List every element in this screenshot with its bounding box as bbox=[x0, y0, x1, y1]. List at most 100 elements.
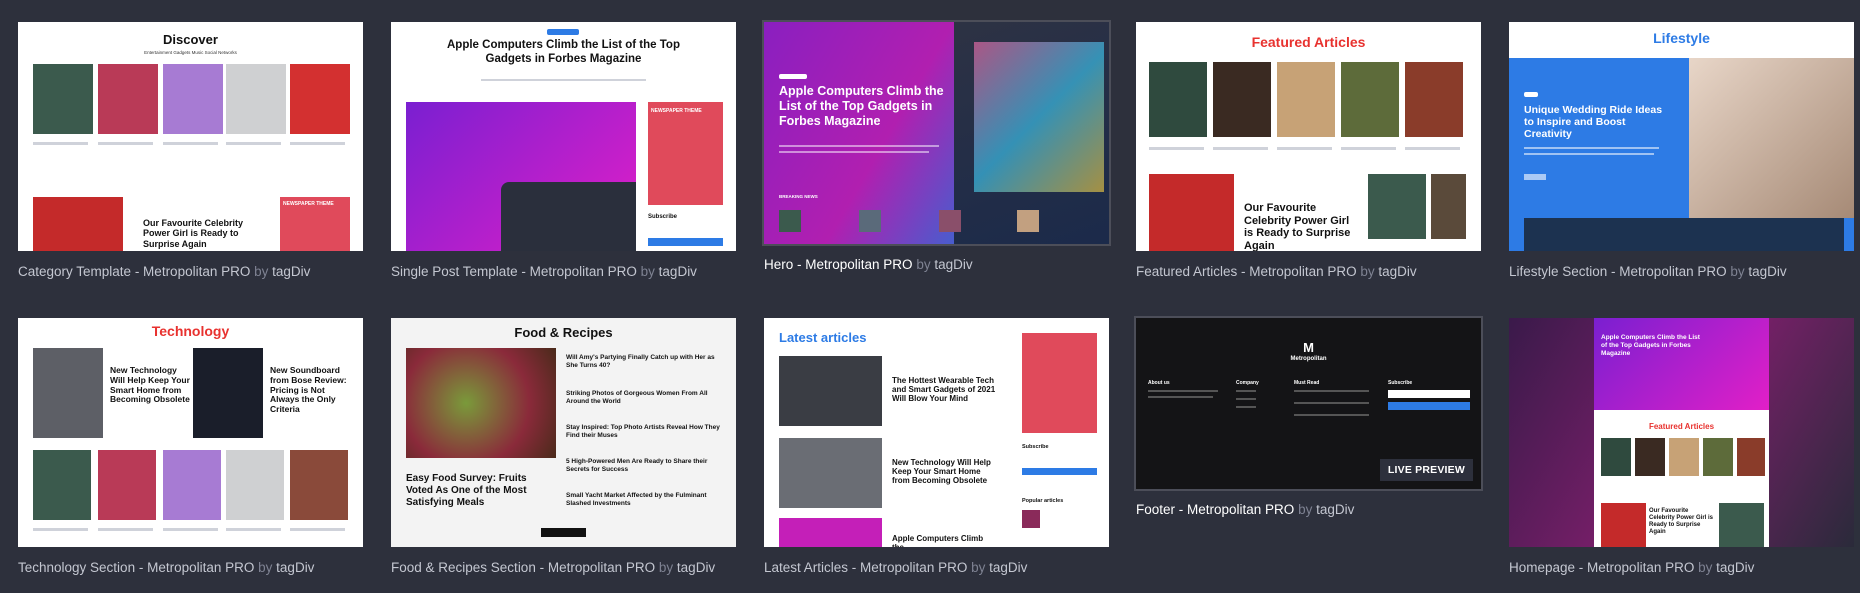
template-thumbnail[interactable]: Technology New Technology Will Help Keep… bbox=[18, 318, 363, 547]
card-caption[interactable]: Technology Section - Metropolitan PRO by… bbox=[18, 560, 363, 575]
author-link[interactable]: tagDiv bbox=[677, 560, 715, 575]
card-caption[interactable]: Latest Articles - Metropolitan PRO by ta… bbox=[764, 560, 1109, 575]
author-link[interactable]: tagDiv bbox=[989, 560, 1027, 575]
card-caption[interactable]: Footer - Metropolitan PRO by tagDiv bbox=[1136, 502, 1481, 517]
template-card-footer[interactable]: M Metropolitan About us Company Must Rea… bbox=[1136, 318, 1481, 517]
card-caption[interactable]: Food & Recipes Section - Metropolitan PR… bbox=[391, 560, 736, 575]
thumb-image bbox=[1703, 438, 1733, 476]
thumb-list-item: Will Amy's Partying Finally Catch up wit… bbox=[566, 354, 715, 369]
template-thumbnail[interactable]: Discover Entertainment Gadgets Music Soc… bbox=[18, 22, 363, 251]
thumb-feature: Our Favourite Celebrity Power Girl is Re… bbox=[1649, 508, 1714, 535]
template-thumbnail[interactable]: Apple Computers Climb the List of the To… bbox=[1509, 318, 1854, 547]
template-card-category[interactable]: Discover Entertainment Gadgets Music Soc… bbox=[18, 22, 363, 279]
card-title[interactable]: Technology Section - Metropolitan PRO bbox=[18, 560, 254, 575]
footer-email-field bbox=[1388, 390, 1470, 398]
footer-col-heading: About us bbox=[1148, 380, 1170, 386]
card-caption[interactable]: Featured Articles - Metropolitan PRO by … bbox=[1136, 264, 1481, 279]
byline-by: by bbox=[254, 264, 269, 279]
breaking-news-label: BREAKING NEWS bbox=[779, 194, 818, 199]
thumb-article-left: New Technology Will Help Keep Your Smart… bbox=[110, 365, 190, 405]
card-title[interactable]: Category Template - Metropolitan PRO bbox=[18, 264, 250, 279]
thumb-heading: Apple Computers Climb the List of the To… bbox=[1601, 334, 1700, 357]
thumb-heading: Latest articles bbox=[779, 330, 867, 345]
author-link[interactable]: tagDiv bbox=[659, 264, 697, 279]
thumb-list-item: Small Yacht Market Affected by the Fulmi… bbox=[566, 492, 707, 507]
tablet-image bbox=[501, 182, 636, 251]
template-card-lifestyle[interactable]: Lifestyle Unique Wedding Ride Ideas to I… bbox=[1509, 22, 1854, 279]
template-card-homepage[interactable]: Apple Computers Climb the List of the To… bbox=[1509, 318, 1854, 575]
author-link[interactable]: tagDiv bbox=[1316, 502, 1354, 517]
author-link[interactable]: tagDiv bbox=[934, 257, 972, 272]
template-thumbnail[interactable]: Apple Computers Climb the List of the To… bbox=[764, 22, 1109, 244]
category-pill bbox=[1524, 92, 1538, 97]
thumb-list-item: Stay Inspired: Top Photo Artists Reveal … bbox=[566, 424, 720, 439]
card-title[interactable]: Footer - Metropolitan PRO bbox=[1136, 502, 1294, 517]
template-card-technology[interactable]: Technology New Technology Will Help Keep… bbox=[18, 318, 363, 575]
template-card-food-recipes[interactable]: Food & Recipes Easy Food Survey: Fruits … bbox=[391, 318, 736, 575]
card-title[interactable]: Featured Articles - Metropolitan PRO bbox=[1136, 264, 1357, 279]
thumb-image bbox=[1149, 174, 1234, 251]
card-caption[interactable]: Hero - Metropolitan PRO by tagDiv bbox=[764, 257, 1109, 272]
template-card-single-post[interactable]: Apple Computers Climb the List of the To… bbox=[391, 22, 736, 279]
byline-by: by bbox=[640, 264, 655, 279]
footer-col-heading: Subscribe bbox=[1388, 380, 1413, 386]
thumb-image bbox=[1022, 510, 1040, 528]
thumb-image bbox=[779, 356, 882, 426]
thumb-image bbox=[1601, 438, 1631, 476]
card-title[interactable]: Single Post Template - Metropolitan PRO bbox=[391, 264, 637, 279]
byline-by: by bbox=[1298, 502, 1313, 517]
template-card-hero[interactable]: Apple Computers Climb the List of the To… bbox=[764, 22, 1109, 272]
author-link[interactable]: tagDiv bbox=[272, 264, 310, 279]
thumb-heading: Technology bbox=[151, 323, 230, 339]
thumb-heading: Featured Articles bbox=[1251, 34, 1366, 50]
thumb-tags: Entertainment Gadgets Music Social Netwo… bbox=[144, 50, 237, 55]
thumb-heading: Apple Computers Climb the List of the To… bbox=[447, 39, 680, 65]
author-link[interactable]: tagDiv bbox=[276, 560, 314, 575]
template-card-latest-articles[interactable]: Latest articles The Hottest Wearable Tec… bbox=[764, 318, 1109, 575]
thumb-image bbox=[1341, 62, 1399, 137]
template-thumbnail[interactable]: Featured Articles Our Favourite Celebrit… bbox=[1136, 22, 1481, 251]
byline-by: by bbox=[258, 560, 273, 575]
card-title[interactable]: Food & Recipes Section - Metropolitan PR… bbox=[391, 560, 655, 575]
thumb-image bbox=[226, 64, 286, 134]
template-thumbnail[interactable]: Lifestyle Unique Wedding Ride Ideas to I… bbox=[1509, 22, 1854, 251]
thumb-list-item: The Hottest Wearable Tech and Smart Gadg… bbox=[892, 376, 996, 404]
template-card-featured-articles[interactable]: Featured Articles Our Favourite Celebrit… bbox=[1136, 22, 1481, 279]
thumb-image bbox=[1719, 503, 1764, 547]
author-link[interactable]: tagDiv bbox=[1716, 560, 1754, 575]
card-caption[interactable]: Single Post Template - Metropolitan PRO … bbox=[391, 264, 736, 279]
card-caption[interactable]: Homepage - Metropolitan PRO by tagDiv bbox=[1509, 560, 1854, 575]
subscribe-button bbox=[648, 238, 723, 246]
footer-col-heading: Company bbox=[1236, 380, 1259, 386]
thumb-list-item: New Technology Will Help Keep Your Smart… bbox=[892, 458, 991, 486]
card-title[interactable]: Homepage - Metropolitan PRO bbox=[1509, 560, 1694, 575]
read-more-button bbox=[1524, 174, 1546, 180]
thumb-feature: Unique Wedding Ride Ideas to Inspire and… bbox=[1524, 104, 1663, 141]
footer-subscribe-button bbox=[1388, 402, 1470, 410]
tablet-screen bbox=[974, 42, 1104, 192]
template-thumbnail[interactable]: M Metropolitan About us Company Must Rea… bbox=[1136, 318, 1481, 489]
author-link[interactable]: tagDiv bbox=[1748, 264, 1786, 279]
thumb-section: Featured Articles bbox=[1648, 422, 1715, 431]
thumb-image bbox=[1431, 174, 1466, 239]
template-thumbnail[interactable]: Food & Recipes Easy Food Survey: Fruits … bbox=[391, 318, 736, 547]
hero-panel bbox=[1594, 318, 1769, 410]
author-link[interactable]: tagDiv bbox=[1378, 264, 1416, 279]
thumb-image bbox=[163, 64, 223, 134]
card-caption[interactable]: Category Template - Metropolitan PRO by … bbox=[18, 264, 363, 279]
template-thumbnail[interactable]: Latest articles The Hottest Wearable Tec… bbox=[764, 318, 1109, 547]
live-preview-button[interactable]: LIVE PREVIEW bbox=[1379, 459, 1473, 481]
thumb-heading: Lifestyle bbox=[1653, 30, 1710, 46]
thumb-image bbox=[33, 64, 93, 134]
thumb-image bbox=[939, 210, 961, 232]
template-thumbnail[interactable]: Apple Computers Climb the List of the To… bbox=[391, 22, 736, 251]
card-title[interactable]: Hero - Metropolitan PRO bbox=[764, 257, 913, 272]
thumb-image bbox=[1368, 174, 1426, 239]
thumb-image bbox=[1601, 503, 1646, 547]
card-title[interactable]: Lifestyle Section - Metropolitan PRO bbox=[1509, 264, 1727, 279]
thumb-image bbox=[1149, 62, 1207, 137]
thumb-image bbox=[290, 64, 350, 134]
card-caption[interactable]: Lifestyle Section - Metropolitan PRO by … bbox=[1509, 264, 1854, 279]
card-title[interactable]: Latest Articles - Metropolitan PRO bbox=[764, 560, 967, 575]
thumb-list-item: 5 High-Powered Men Are Ready to Share th… bbox=[566, 458, 708, 473]
